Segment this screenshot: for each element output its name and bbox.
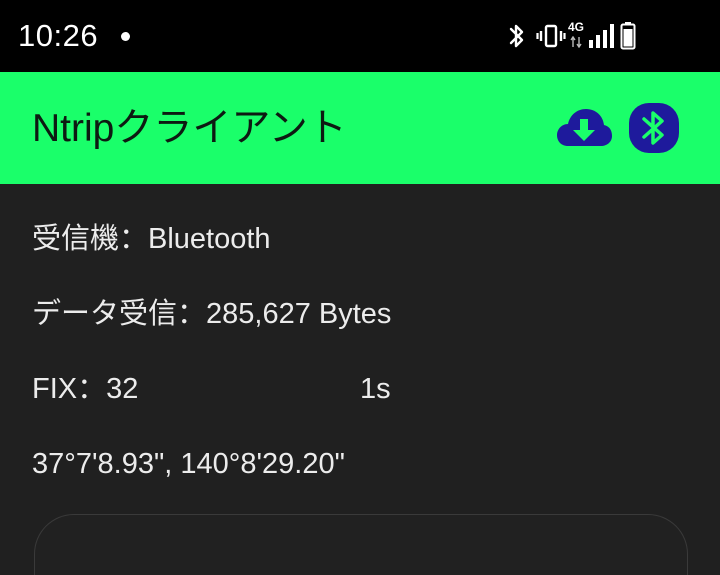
signal-icon [589,24,614,48]
fix-row: FIX：32 [32,371,138,407]
bluetooth-icon [629,103,679,153]
data-arrows-icon [570,36,582,48]
app-bar: Ntripクライアント [0,72,720,184]
status-bar: 10:26 4G [0,0,720,72]
bluetooth-icon [509,24,524,48]
data-received-value: 285,627 Bytes [206,298,392,330]
data-received-row: データ受信：285,627 Bytes [32,296,391,332]
content-area: 受信機：Bluetooth データ受信：285,627 Bytes FIX：32… [0,184,720,575]
status-icons: 4G [506,20,706,52]
cloud-download-button[interactable] [556,102,612,154]
notification-dot-icon [121,32,130,41]
fix-value: 32 [106,373,139,405]
fix-age: 1s [360,373,391,405]
receiver-row: 受信機：Bluetooth [32,221,271,257]
receiver-value: Bluetooth [148,223,271,255]
fix-label: FIX： [32,373,107,405]
coordinates: 37°7'8.93", 140°8'29.20" [32,448,345,480]
receiver-label: 受信機： [32,223,149,255]
data-received-label: データ受信： [32,298,207,330]
bluetooth-button[interactable] [626,102,682,154]
network-type-label: 4G [568,20,585,34]
vibrate-icon [536,24,566,48]
cloud-download-icon [557,109,612,146]
bottom-card [34,514,688,575]
status-time: 10:26 [18,18,99,53]
app-title: Ntripクライアント [32,107,347,150]
battery-icon [620,22,636,50]
